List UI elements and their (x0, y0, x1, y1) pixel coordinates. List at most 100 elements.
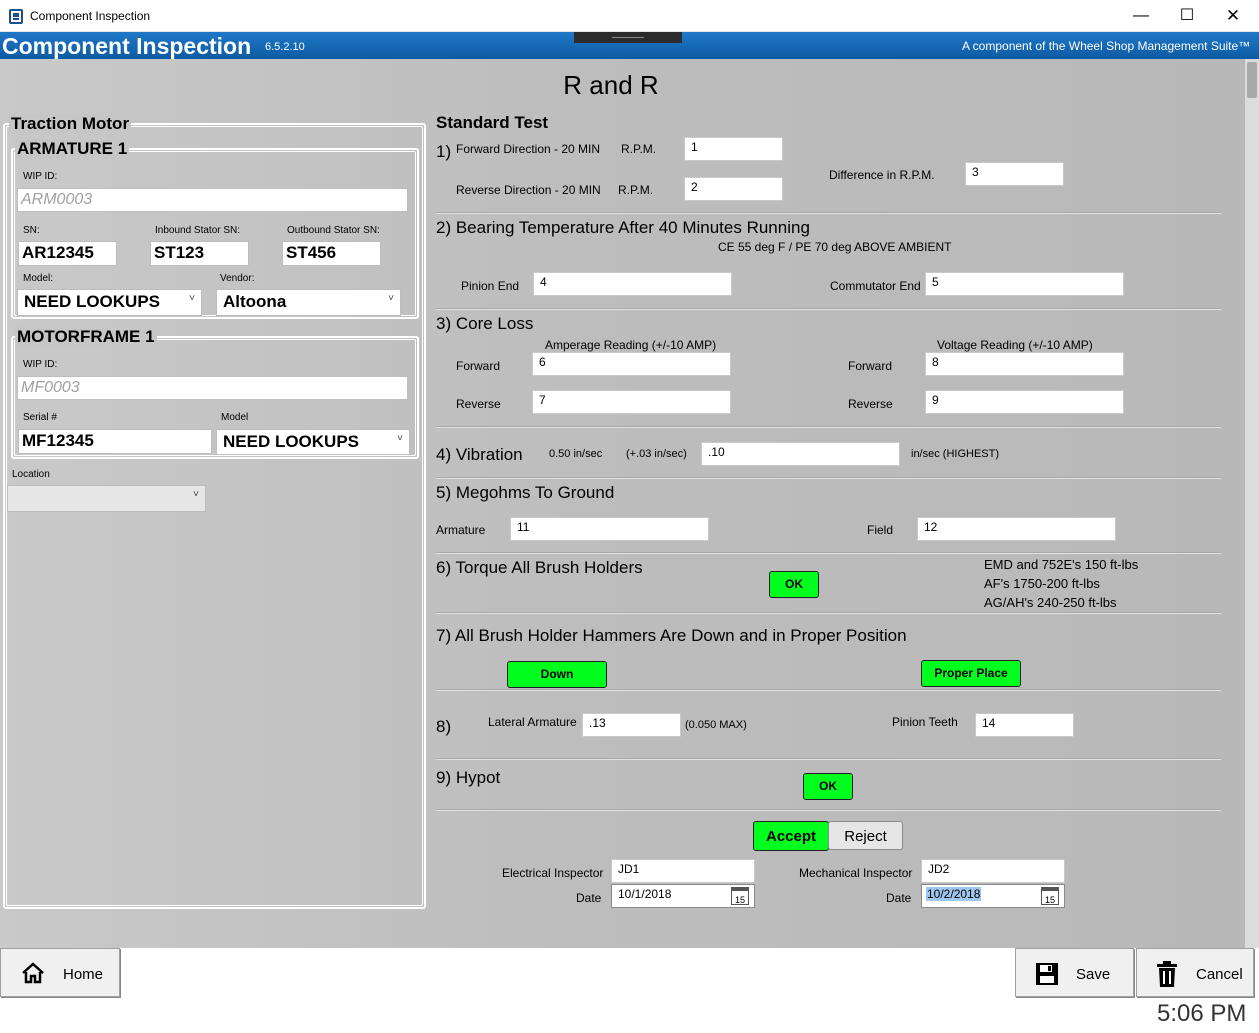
location-select[interactable]: ˅ (7, 485, 206, 512)
vibration-tolerance: (+.03 in/sec) (626, 448, 687, 460)
reverse-direction-label: Reverse Direction - 20 MIN (456, 183, 601, 197)
armature-sn-field[interactable]: AR12345 (18, 241, 117, 266)
amperage-reading-label: Amperage Reading (+/-10 AMP) (545, 338, 717, 352)
home-icon (21, 961, 45, 985)
maximize-button[interactable]: ☐ (1164, 0, 1210, 32)
commutator-end-field[interactable]: 5 (925, 272, 1124, 296)
volt-reverse-label: Reverse (848, 397, 893, 411)
commutator-end-label: Commutator End (830, 279, 921, 293)
electrical-date-picker[interactable]: 10/1/2018 15 (611, 884, 755, 908)
torque-note-3: AG/AH's 240-250 ft-lbs (984, 595, 1117, 610)
motorframe-serial-field[interactable]: MF12345 (18, 429, 212, 454)
pinion-end-label: Pinion End (461, 279, 520, 293)
vertical-scrollbar[interactable] (1245, 59, 1259, 948)
mechanical-inspector-field[interactable]: JD2 (921, 859, 1065, 883)
motorframe-model-select[interactable]: NEED LOOKUPS ˅ (216, 429, 410, 455)
armature-title: ARMATURE 1 (15, 139, 130, 159)
motorframe-serial-label: Serial # (23, 412, 57, 423)
outbound-stator-field[interactable]: ST456 (282, 241, 381, 266)
volt-forward-label: Forward (848, 359, 893, 373)
vibration-unit: in/sec (HIGHEST) (911, 448, 1000, 460)
standard-test-title: Standard Test (436, 113, 549, 132)
page-title: R and R (563, 70, 659, 100)
armature-model-select[interactable]: NEED LOOKUPS ˅ (17, 289, 202, 316)
drawer-handle[interactable] (574, 32, 682, 43)
calendar-icon[interactable]: 15 (1041, 887, 1059, 905)
calendar-icon[interactable]: 15 (731, 887, 749, 905)
rpm-difference-field[interactable]: 3 (965, 162, 1064, 186)
cancel-label: Cancel (1196, 966, 1243, 983)
inbound-stator-field[interactable]: ST123 (150, 241, 249, 266)
volt-forward-field[interactable]: 8 (925, 352, 1124, 376)
section-7-title: 7) All Brush Holder Hammers Are Down and… (436, 626, 907, 645)
divider (436, 477, 1221, 479)
hammers-down-button[interactable]: Down (507, 661, 607, 688)
chevron-down-icon: ˅ (193, 489, 199, 500)
torque-ok-button[interactable]: OK (769, 571, 819, 598)
outbound-stator-label: Outbound Stator SN: (287, 225, 380, 236)
pinion-teeth-field[interactable]: 14 (975, 713, 1074, 737)
motorframe-title: MOTORFRAME 1 (15, 327, 157, 347)
scrollbar-thumb[interactable] (1247, 62, 1257, 98)
pinion-end-field[interactable]: 4 (533, 272, 732, 296)
armature-wip-field[interactable]: ARM0003 (17, 188, 408, 212)
bearing-temperature-note: CE 55 deg F / PE 70 deg ABOVE AMBIENT (718, 240, 952, 254)
clock: 5:06 PM (1157, 1000, 1247, 1027)
section-2-title: 2) Bearing Temperature After 40 Minutes … (436, 218, 810, 237)
volt-reverse-field[interactable]: 9 (925, 390, 1124, 414)
amp-forward-label: Forward (456, 359, 501, 373)
megohms-armature-label: Armature (436, 523, 486, 537)
section-8-number: 8) (436, 717, 452, 736)
armature-wip-label: WIP ID: (23, 171, 58, 182)
lateral-armature-max: (0.050 MAX) (685, 719, 747, 731)
armature-vendor-select[interactable]: Altoona ˅ (216, 289, 401, 316)
minimize-button[interactable]: — (1118, 0, 1164, 32)
divider (436, 426, 1221, 428)
forward-rpm-field[interactable]: 1 (684, 137, 783, 161)
mechanical-date-label: Date (886, 891, 912, 905)
megohms-field-label: Field (867, 523, 894, 537)
electrical-inspector-field[interactable]: JD1 (611, 859, 755, 883)
mechanical-date-value: 10/2/2018 (926, 887, 982, 901)
home-button[interactable]: Home (0, 948, 120, 997)
pinion-teeth-label: Pinion Teeth (892, 715, 958, 729)
motorframe-wip-field[interactable]: MF0003 (17, 376, 408, 400)
close-button[interactable]: ✕ (1210, 0, 1256, 32)
motorframe-model-value: NEED LOOKUPS (223, 432, 360, 451)
torque-note-1: EMD and 752E's 150 ft-lbs (984, 557, 1139, 572)
electrical-inspector-label: Electrical Inspector (502, 866, 604, 880)
app-icon (9, 9, 23, 24)
trash-icon (1155, 960, 1179, 988)
section-1-number: 1) (436, 142, 452, 161)
app-title: Component Inspection (2, 33, 252, 59)
megohms-armature-field[interactable]: 11 (510, 517, 709, 541)
reverse-rpm-field[interactable]: 2 (684, 177, 783, 201)
vibration-field[interactable]: .10 (701, 442, 900, 466)
chevron-down-icon: ˅ (388, 293, 394, 304)
calendar-icon-day: 15 (734, 895, 745, 905)
divider (436, 758, 1221, 760)
cancel-button[interactable]: Cancel (1136, 948, 1254, 997)
electrical-date-value: 10/1/2018 (618, 887, 672, 901)
section-6-title: 6) Torque All Brush Holders (436, 558, 643, 577)
save-button[interactable]: Save (1015, 948, 1134, 997)
lateral-armature-field[interactable]: .13 (582, 713, 681, 737)
section-3-title: 3) Core Loss (436, 314, 534, 333)
megohms-field-field[interactable]: 12 (917, 517, 1116, 541)
mechanical-inspector-label: Mechanical Inspector (799, 866, 913, 880)
amp-reverse-label: Reverse (456, 397, 501, 411)
divider (436, 689, 1221, 691)
forward-direction-label: Forward Direction - 20 MIN (456, 142, 601, 156)
calendar-icon-day: 15 (1044, 895, 1055, 905)
app-tagline: A component of the Wheel Shop Management… (962, 39, 1251, 53)
accept-button[interactable]: Accept (753, 821, 829, 851)
armature-vendor-label: Vendor: (220, 273, 255, 284)
armature-model-label: Model: (23, 273, 54, 284)
amp-forward-field[interactable]: 6 (532, 352, 731, 376)
reject-button[interactable]: Reject (828, 821, 903, 850)
amp-reverse-field[interactable]: 7 (532, 390, 731, 414)
hypot-ok-button[interactable]: OK (803, 773, 853, 800)
mechanical-date-picker[interactable]: 10/2/2018 15 (921, 884, 1065, 908)
inbound-stator-label: Inbound Stator SN: (155, 225, 241, 236)
proper-place-button[interactable]: Proper Place (921, 660, 1021, 687)
